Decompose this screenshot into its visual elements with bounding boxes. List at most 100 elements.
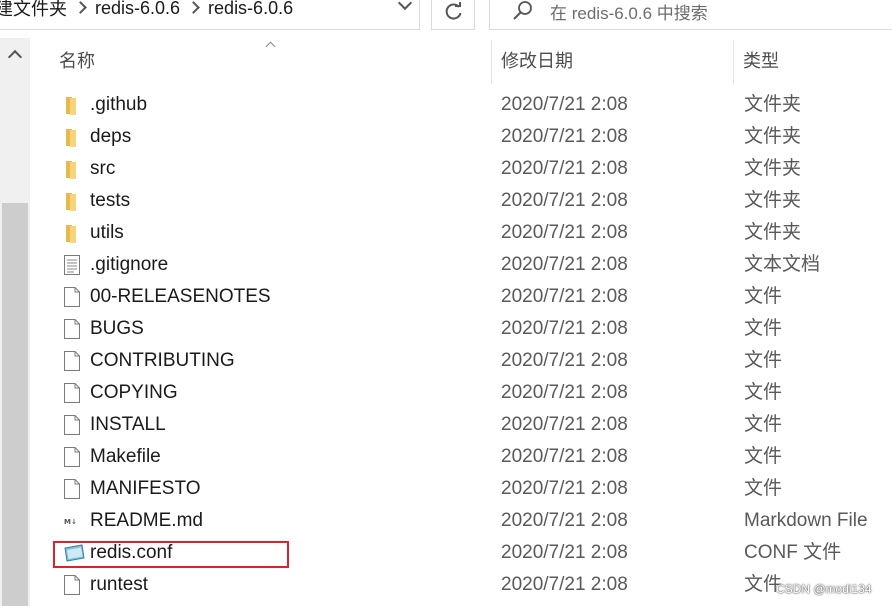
file-type: 文件 <box>744 382 783 403</box>
blank-file-icon <box>62 478 82 500</box>
file-type: 文件夹 <box>744 94 802 115</box>
file-row[interactable]: runtest 2020/7/21 2:08 文件 <box>30 569 892 601</box>
breadcrumb-item[interactable]: redis-6.0.6 <box>91 0 184 19</box>
file-name: src <box>90 158 116 179</box>
column-header-name[interactable]: 名称 <box>59 40 95 84</box>
address-bar[interactable]: 建文件夹 redis-6.0.6 redis-6.0.6 <box>0 0 420 30</box>
search-icon <box>513 1 532 20</box>
file-name: .github <box>90 94 148 115</box>
file-name: MANIFESTO <box>90 478 201 499</box>
file-row[interactable]: utils 2020/7/21 2:08 文件夹 <box>30 217 892 249</box>
file-list: .github 2020/7/21 2:08 文件夹 deps 2020/7/21 2:… <box>30 89 892 601</box>
file-type: 文件夹 <box>744 222 802 243</box>
file-type: 文件夹 <box>744 126 802 147</box>
file-row[interactable]: Makefile 2020/7/21 2:08 文件 <box>30 441 892 473</box>
column-header-type[interactable]: 类型 <box>743 40 779 84</box>
file-name: CONTRIBUTING <box>90 350 235 371</box>
file-row[interactable]: .gitignore 2020/7/21 2:08 文本文档 <box>30 249 892 281</box>
chevron-right-icon[interactable] <box>71 0 91 18</box>
file-name: Makefile <box>90 446 161 467</box>
file-row[interactable]: CONTRIBUTING 2020/7/21 2:08 文件 <box>30 345 892 377</box>
folder-icon <box>62 190 82 212</box>
sort-ascending-icon <box>264 40 276 48</box>
breadcrumb: 建文件夹 redis-6.0.6 redis-6.0.6 <box>0 0 297 22</box>
file-type: 文件 <box>744 318 783 339</box>
text-document-icon <box>62 254 82 276</box>
column-headers: 名称 修改日期 类型 <box>30 40 892 84</box>
file-name: BUGS <box>90 318 144 339</box>
folder-icon <box>62 222 82 244</box>
svg-text:M↓: M↓ <box>64 518 77 526</box>
file-date: 2020/7/21 2:08 <box>501 190 628 211</box>
breadcrumb-item[interactable]: 建文件夹 <box>0 0 71 21</box>
refresh-icon <box>445 2 462 20</box>
blank-file-icon <box>62 414 82 436</box>
file-date: 2020/7/21 2:08 <box>501 446 628 467</box>
blank-file-icon <box>62 446 82 468</box>
file-row[interactable]: src 2020/7/21 2:08 文件夹 <box>30 153 892 185</box>
file-name: INSTALL <box>90 414 166 435</box>
file-date: 2020/7/21 2:08 <box>501 382 628 403</box>
file-name: COPYING <box>90 382 178 403</box>
file-type: 文件 <box>744 350 783 371</box>
file-date: 2020/7/21 2:08 <box>501 350 628 371</box>
column-divider[interactable] <box>733 40 734 84</box>
file-date: 2020/7/21 2:08 <box>501 542 628 563</box>
file-row[interactable]: 00-RELEASENOTES 2020/7/21 2:08 文件 <box>30 281 892 313</box>
file-row[interactable]: MANIFESTO 2020/7/21 2:08 文件 <box>30 473 892 505</box>
search-input[interactable]: 在 redis-6.0.6 中搜索 <box>550 0 708 24</box>
file-date: 2020/7/21 2:08 <box>501 94 628 115</box>
file-date: 2020/7/21 2:08 <box>501 158 628 179</box>
file-type: 文件夹 <box>744 190 802 211</box>
file-type: 文件 <box>744 414 783 435</box>
chevron-right-icon[interactable] <box>184 0 204 18</box>
file-row[interactable]: deps 2020/7/21 2:08 文件夹 <box>30 121 892 153</box>
folder-icon <box>62 158 82 180</box>
column-header-date[interactable]: 修改日期 <box>501 40 573 84</box>
file-name: .gitignore <box>90 254 169 275</box>
file-name: 00-RELEASENOTES <box>90 286 271 307</box>
file-date: 2020/7/21 2:08 <box>501 222 628 243</box>
file-name: deps <box>90 126 132 147</box>
markdown-file-icon: M↓ <box>62 510 82 532</box>
chevron-down-icon[interactable] <box>391 0 419 20</box>
file-name: utils <box>90 222 124 243</box>
search-box[interactable]: 在 redis-6.0.6 中搜索 <box>489 0 892 30</box>
file-type: Markdown File <box>744 510 868 531</box>
file-row[interactable]: tests 2020/7/21 2:08 文件夹 <box>30 185 892 217</box>
file-row[interactable]: .github 2020/7/21 2:08 文件夹 <box>30 89 892 121</box>
blank-file-icon <box>62 574 82 596</box>
watermark: CSDN @modi134 <box>776 582 872 596</box>
scrollbar-thumb[interactable] <box>2 203 28 606</box>
file-type: CONF 文件 <box>744 542 842 563</box>
file-date: 2020/7/21 2:08 <box>501 286 628 307</box>
file-type: 文本文档 <box>744 254 821 275</box>
file-name: tests <box>90 190 131 211</box>
file-date: 2020/7/21 2:08 <box>501 574 628 595</box>
file-type: 文件 <box>744 446 783 467</box>
blank-file-icon <box>62 382 82 404</box>
blank-file-icon <box>62 286 82 308</box>
scroll-up-arrow-icon[interactable] <box>0 40 30 66</box>
file-date: 2020/7/21 2:08 <box>501 478 628 499</box>
breadcrumb-item[interactable]: redis-6.0.6 <box>204 0 297 19</box>
file-type: 文件 <box>744 286 783 307</box>
column-divider[interactable] <box>491 40 492 84</box>
file-row[interactable]: INSTALL 2020/7/21 2:08 文件 <box>30 409 892 441</box>
file-date: 2020/7/21 2:08 <box>501 254 628 275</box>
blank-file-icon <box>62 350 82 372</box>
file-row[interactable]: M↓ README.md 2020/7/21 2:08 Markdown File <box>30 505 892 537</box>
file-date: 2020/7/21 2:08 <box>501 126 628 147</box>
file-name: README.md <box>90 510 203 531</box>
file-type: 文件夹 <box>744 158 802 179</box>
refresh-button[interactable] <box>431 0 475 30</box>
file-date: 2020/7/21 2:08 <box>501 414 628 435</box>
folder-icon <box>62 126 82 148</box>
file-row[interactable]: COPYING 2020/7/21 2:08 文件 <box>30 377 892 409</box>
folder-icon <box>62 94 82 116</box>
file-name: runtest <box>90 574 149 595</box>
blank-file-icon <box>62 318 82 340</box>
toolbar: 建文件夹 redis-6.0.6 redis-6.0.6 在 redis-6.0… <box>0 0 892 38</box>
file-row[interactable]: BUGS 2020/7/21 2:08 文件 <box>30 313 892 345</box>
file-date: 2020/7/21 2:08 <box>501 318 628 339</box>
